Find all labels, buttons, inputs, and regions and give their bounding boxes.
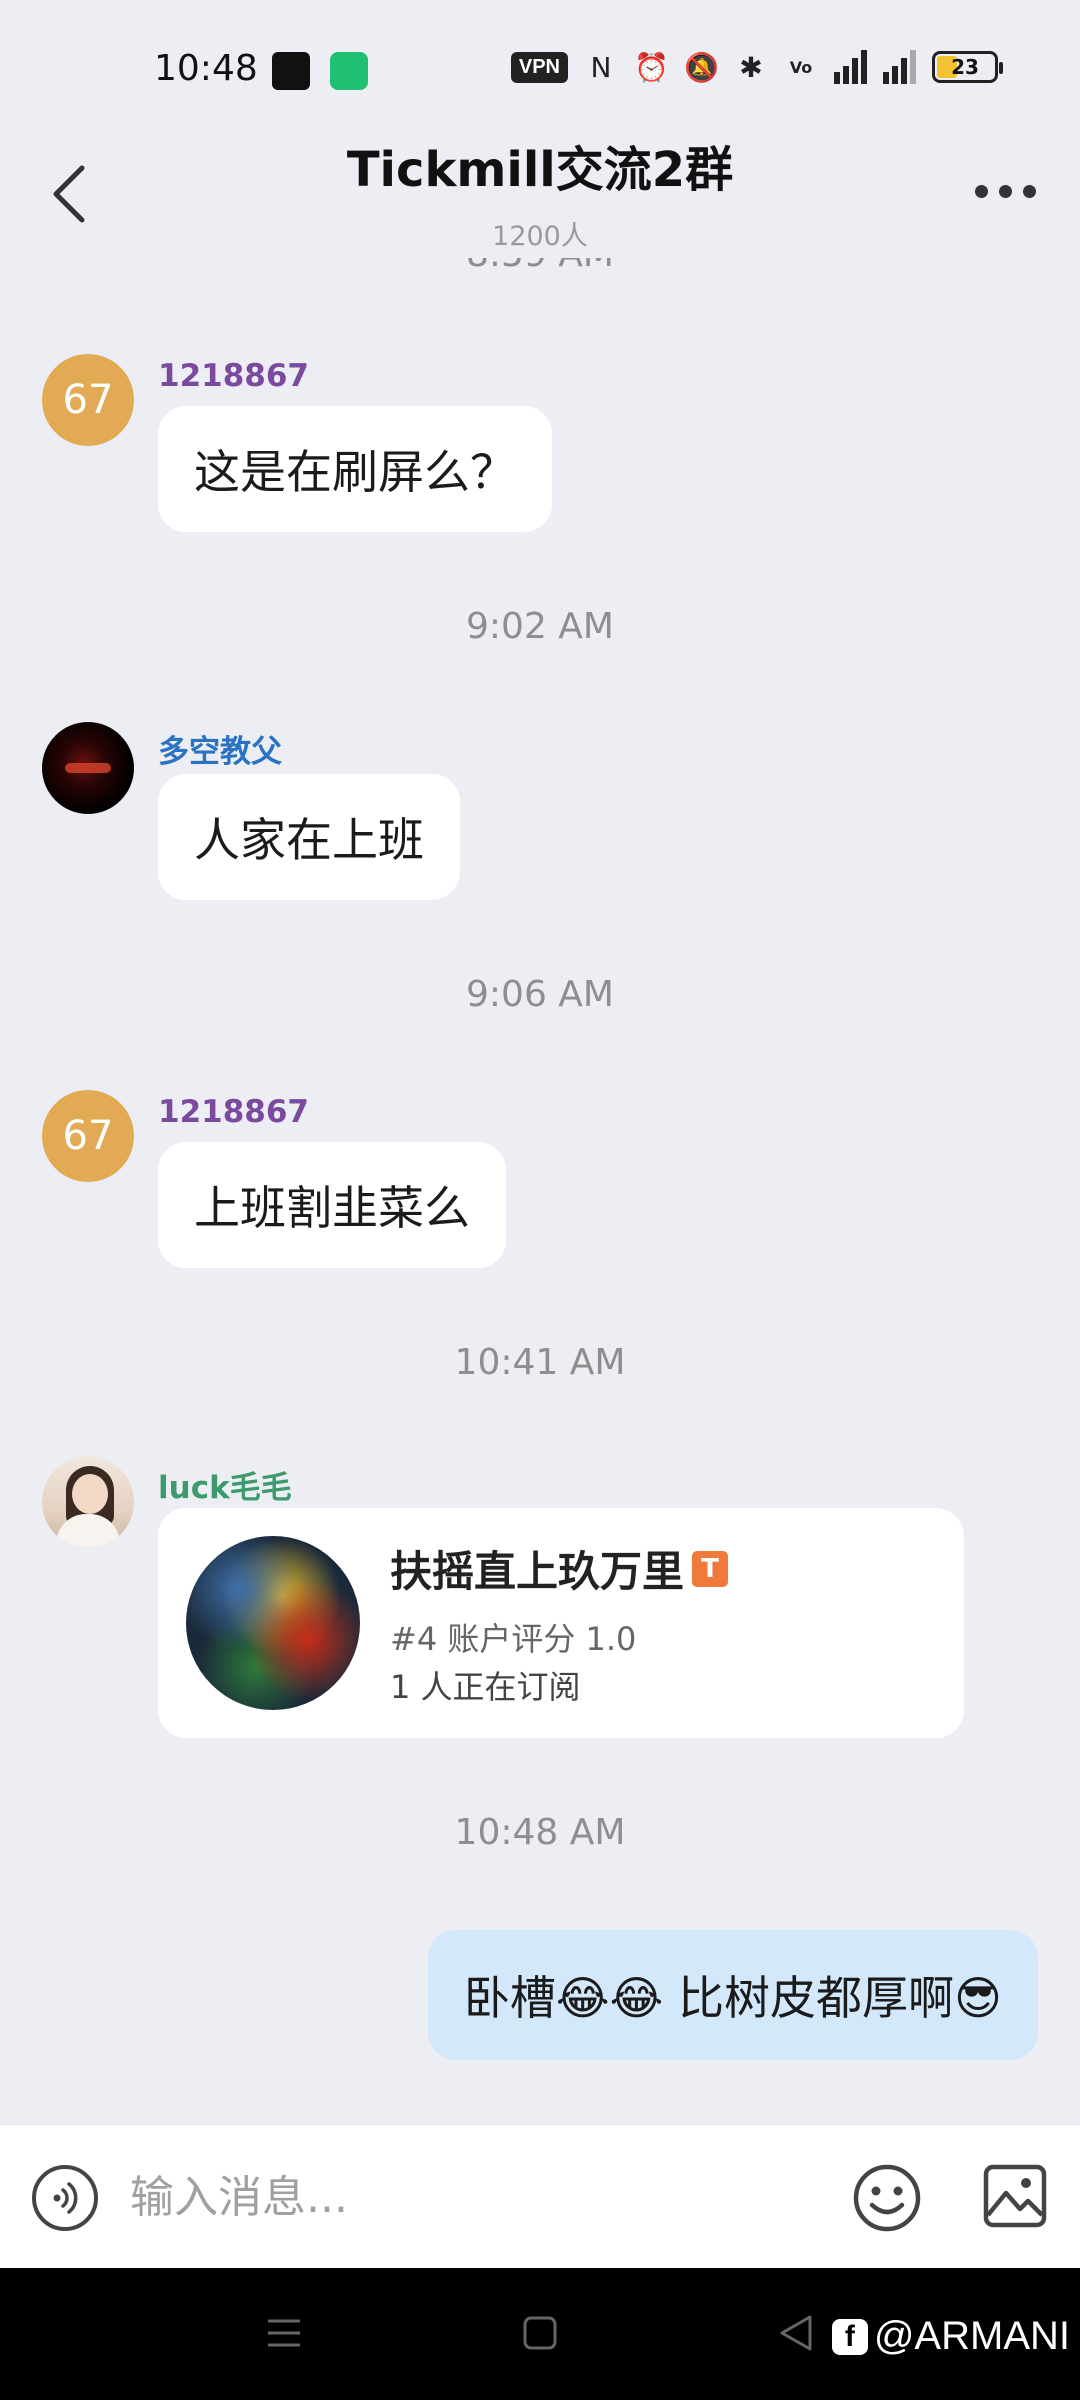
avatar[interactable] xyxy=(42,1456,134,1548)
message-bubble[interactable]: 这是在刷屏么？ xyxy=(158,406,552,532)
facebook-icon: f xyxy=(831,2318,868,2355)
recents-button[interactable] xyxy=(254,2308,314,2358)
voice-icon xyxy=(53,2182,78,2214)
card-subscribers: 1 人正在订阅 xyxy=(390,1668,581,1706)
chat-title: Tickmill交流2群 xyxy=(346,142,734,198)
vpn-badge: VPN xyxy=(510,51,568,83)
time-label: 10:48 AM xyxy=(454,1812,626,1853)
sender-name: 多空教父 xyxy=(158,734,282,770)
bluetooth-icon: ✱ xyxy=(739,50,763,84)
avatar[interactable] xyxy=(42,722,134,814)
square-icon xyxy=(523,2316,557,2350)
own-message-bubble[interactable]: 卧槽😂😂 比树皮都厚啊😎 xyxy=(427,1930,1038,2060)
image-picker-button[interactable] xyxy=(982,2163,1048,2229)
strategy-card[interactable]: 扶摇直上玖万里 T #4 账户评分 1.0 1 人正在订阅 xyxy=(158,1508,964,1738)
message-input[interactable] xyxy=(130,2155,810,2239)
trader-badge: T xyxy=(692,1550,729,1587)
system-nav-bar: f @ARMANI xyxy=(0,2268,1080,2400)
status-time: 10:48 xyxy=(154,48,258,89)
4g-signal-icon xyxy=(834,50,867,84)
member-count: 1200人 xyxy=(492,221,588,252)
mute-icon: 🔕 xyxy=(684,50,719,84)
message-bubble[interactable]: 人家在上班 xyxy=(158,774,460,900)
green-app-icon xyxy=(330,52,368,90)
smiley-icon xyxy=(853,2164,921,2232)
sender-name: 1218867 xyxy=(158,1094,309,1130)
status-bar: 10:48 VPN N ⏰ 🔕 ✱ Vo 23 xyxy=(0,0,1080,140)
emoji-button[interactable] xyxy=(852,2163,922,2233)
signal-icon xyxy=(883,50,916,84)
avatar[interactable]: 67 xyxy=(42,1090,134,1182)
sender-name: luck毛毛 xyxy=(158,1470,292,1506)
sender-name: 1218867 xyxy=(158,358,309,394)
back-nav-button[interactable] xyxy=(766,2308,826,2358)
card-title: 扶摇直上玖万里 xyxy=(390,1547,685,1596)
strategy-thumbnail xyxy=(186,1536,360,1710)
chat-header: Tickmill交流2群 1200人 xyxy=(0,130,1080,260)
image-icon xyxy=(983,2164,1047,2228)
more-options-button[interactable] xyxy=(960,166,1050,216)
time-label: 9:02 AM xyxy=(466,606,614,647)
teams-icon xyxy=(272,52,310,90)
voice-input-button[interactable] xyxy=(32,2165,98,2231)
home-button[interactable] xyxy=(510,2308,570,2358)
alarm-icon: ⏰ xyxy=(634,50,669,84)
time-label: 10:41 AM xyxy=(454,1342,626,1383)
message-list[interactable]: 8:59 AM 67 1218867 这是在刷屏么？ 9:02 AM 多空教父 … xyxy=(0,258,1080,2124)
watermark: f @ARMANI xyxy=(831,2314,1070,2359)
time-label: 8:59 AM xyxy=(0,258,1080,274)
menu-icon xyxy=(268,2319,300,2347)
input-bar xyxy=(0,2124,1080,2268)
triangle-back-icon xyxy=(780,2315,812,2351)
time-label: 9:06 AM xyxy=(466,974,614,1015)
message-bubble[interactable]: 上班割韭菜么 xyxy=(158,1142,506,1268)
card-rating: #4 账户评分 1.0 xyxy=(390,1620,637,1658)
nfc-icon: N xyxy=(590,50,612,84)
avatar[interactable]: 67 xyxy=(42,354,134,446)
battery-icon: 23 xyxy=(932,51,1003,83)
volte-icon: Vo xyxy=(789,57,813,77)
